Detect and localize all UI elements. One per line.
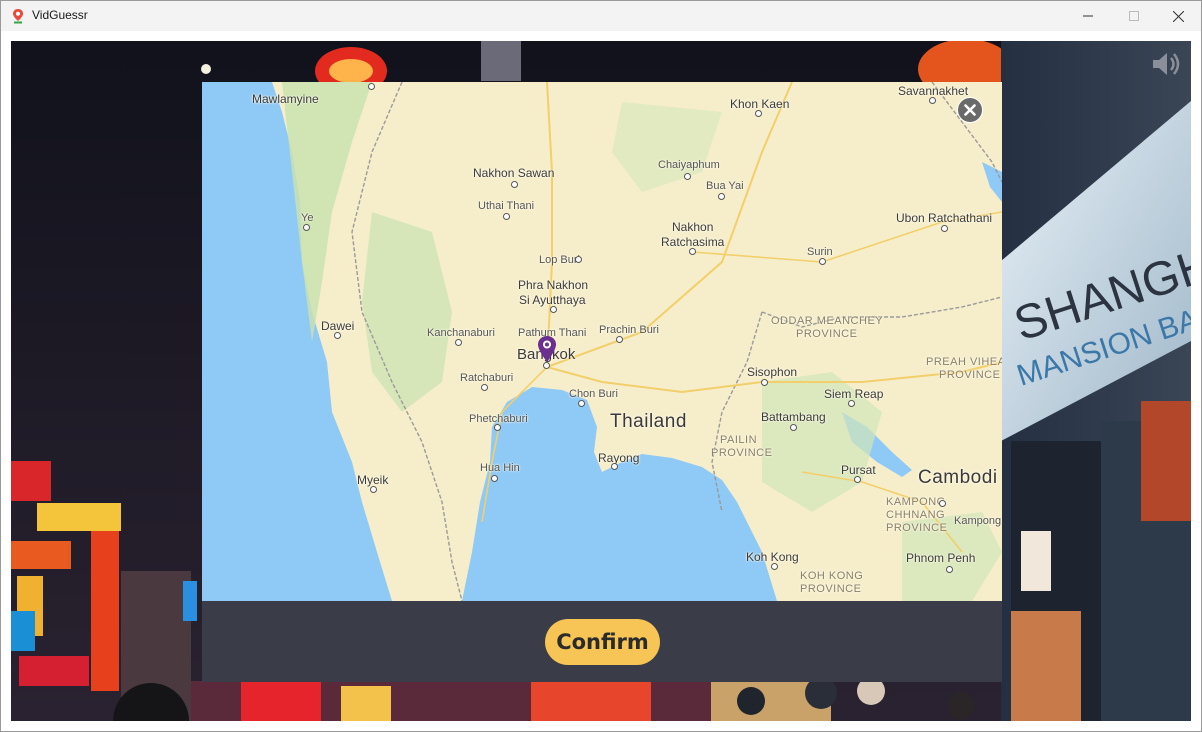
close-icon <box>1172 10 1184 22</box>
map-label: Koh Kong <box>746 550 799 564</box>
city-dot <box>303 224 310 231</box>
city-dot <box>543 362 550 369</box>
city-dot <box>929 97 936 104</box>
city-dot <box>755 110 762 117</box>
app-window: VidGuessr SHANGH MANSION BA Mawlamyine K… <box>0 0 1202 732</box>
video-panel: SHANGH MANSION BA Mawlamyine Khon Kaen S… <box>11 41 1191 721</box>
city-dot <box>684 173 691 180</box>
map-label: ODDAR MEANCHEY <box>771 315 884 327</box>
city-dot <box>370 486 377 493</box>
map-label: Ubon Ratchathani <box>896 211 993 225</box>
city-dot <box>854 476 861 483</box>
maximize-icon <box>1129 11 1139 21</box>
map-label: CHHNANG <box>886 509 946 521</box>
modal-footer: Confirm <box>202 601 1002 682</box>
city-dot <box>946 566 953 573</box>
city-dot <box>761 379 768 386</box>
map-label: Si Ayutthaya <box>519 293 586 307</box>
map-label: Nakhon <box>672 220 714 234</box>
map-label: PROVINCE <box>796 328 858 340</box>
volume-icon[interactable] <box>1149 49 1183 79</box>
map-terrain <box>202 82 1002 601</box>
map-label: PROVINCE <box>711 447 773 459</box>
city-dot <box>790 424 797 431</box>
close-map-button[interactable] <box>957 97 983 123</box>
map-label: Kanchanaburi <box>427 327 495 339</box>
city-dot <box>455 339 462 346</box>
map-label: PROVINCE <box>800 583 862 595</box>
city-dot <box>334 332 341 339</box>
map-label: Phra Nakhon <box>518 278 589 292</box>
map-pin-icon <box>13 9 23 24</box>
map-label: KAMPONG <box>886 496 946 508</box>
title-bar[interactable]: VidGuessr <box>1 1 1201 31</box>
map-label: Nakhon Sawan <box>473 166 555 180</box>
map-label: Hua Hin <box>480 462 520 474</box>
map-label: Bua Yai <box>706 180 744 192</box>
map-label: Myeik <box>357 473 389 487</box>
city-dot <box>511 181 518 188</box>
map-label: Mawlamyine <box>252 92 319 106</box>
maximize-button[interactable] <box>1111 1 1157 31</box>
city-dot <box>819 258 826 265</box>
city-dot <box>491 475 498 482</box>
city-dot <box>611 463 618 470</box>
guess-modal: Mawlamyine Khon Kaen Savannakhet Nakhon … <box>202 82 1002 682</box>
map-label: PROVINCE <box>886 522 948 534</box>
map-label: Rayong <box>598 451 640 465</box>
window-title: VidGuessr <box>32 8 88 22</box>
minimize-icon <box>1083 15 1093 17</box>
map-marker-icon[interactable] <box>537 335 557 363</box>
map-label: Thailand <box>610 411 687 432</box>
map-label: Cambodi <box>918 467 998 488</box>
map-label: Kampong <box>954 515 1002 527</box>
map-label: Ye <box>301 212 314 224</box>
map-label: PAILIN <box>720 434 758 446</box>
city-dot <box>941 225 948 232</box>
map-label: Dawei <box>321 319 355 333</box>
map-label: Battambang <box>761 410 826 424</box>
city-dot <box>848 400 855 407</box>
map-label: Surin <box>807 246 833 258</box>
city-dot <box>689 248 696 255</box>
map-label: Prachin Buri <box>599 324 659 336</box>
map-label: Savannakhet <box>898 84 969 98</box>
close-window-button[interactable] <box>1155 1 1201 31</box>
city-dot <box>616 336 623 343</box>
map-label: Khon Kaen <box>730 97 790 111</box>
map-label: Pursat <box>841 463 876 477</box>
city-dot <box>494 424 501 431</box>
city-dot <box>481 384 488 391</box>
city-dot <box>578 400 585 407</box>
map-label: PROVINCE <box>939 369 1001 381</box>
city-dot <box>368 83 375 90</box>
confirm-button[interactable]: Confirm <box>545 619 660 665</box>
map-label: KOH KONG <box>800 570 864 582</box>
map-label: Sisophon <box>747 365 798 379</box>
close-circle-icon <box>964 104 976 116</box>
city-dot <box>575 256 582 263</box>
map-label: Uthai Thani <box>478 200 535 212</box>
map-label: PREAH VIHEA <box>926 356 1002 368</box>
city-dot <box>503 213 510 220</box>
city-dot <box>939 500 946 507</box>
city-dot <box>550 306 557 313</box>
map-label: Siem Reap <box>824 387 884 401</box>
map-label: Phnom Penh <box>906 551 976 565</box>
map-label: Lop Buri <box>539 254 580 266</box>
map-label: Chaiyaphum <box>658 159 720 171</box>
minimize-button[interactable] <box>1065 1 1111 31</box>
map-label: Ratchasima <box>661 235 725 249</box>
map-label: Chon Buri <box>569 388 618 400</box>
guess-map[interactable]: Mawlamyine Khon Kaen Savannakhet Nakhon … <box>202 82 1002 601</box>
city-dot <box>718 193 725 200</box>
map-label: Ratchaburi <box>460 372 514 384</box>
city-dot <box>771 563 778 570</box>
